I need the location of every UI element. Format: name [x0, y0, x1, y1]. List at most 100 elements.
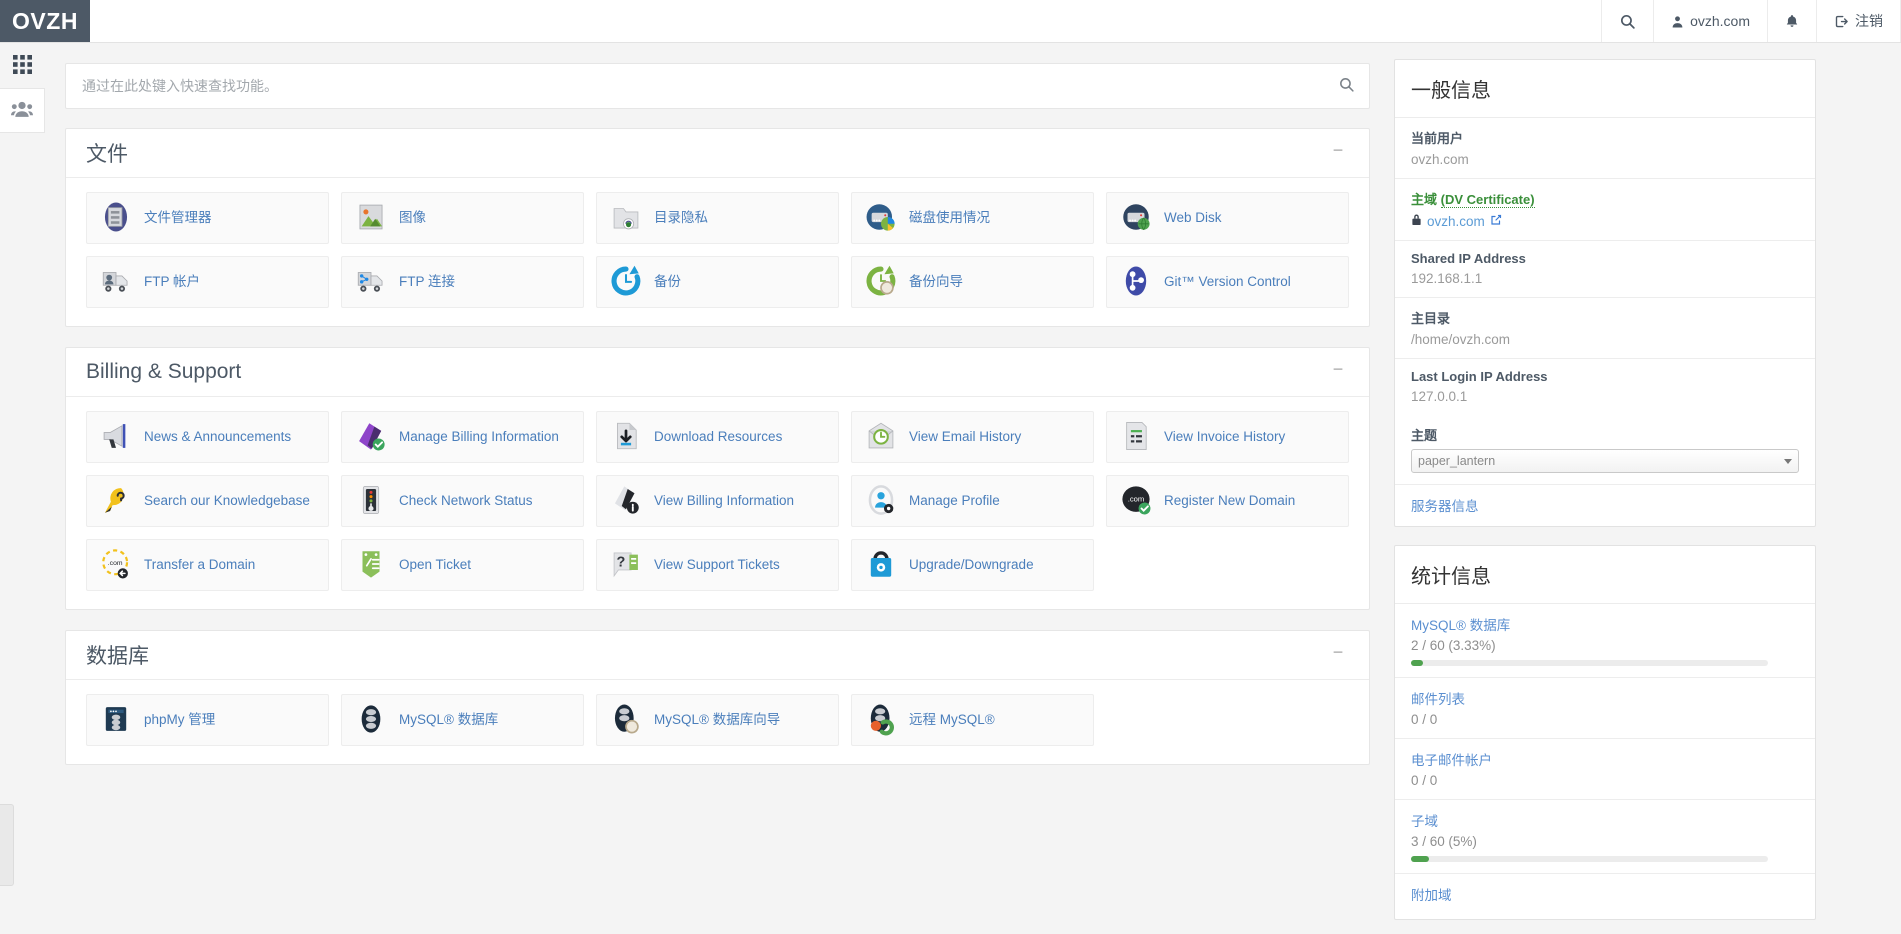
- feature-tile[interactable]: View Email History: [851, 411, 1094, 463]
- collapse-toggle-button[interactable]: −: [1327, 644, 1349, 666]
- sidebar-item-apps[interactable]: [0, 43, 45, 88]
- feature-tile[interactable]: FTP 帐户: [86, 256, 329, 308]
- megaphone-icon: [99, 419, 133, 456]
- statistics-panel: 统计信息 MySQL® 数据库2 / 60 (3.33%)邮件列表0 / 0电子…: [1394, 545, 1816, 920]
- feature-tile[interactable]: phpMy 管理: [86, 694, 329, 746]
- feature-tile[interactable]: Git™ Version Control: [1106, 256, 1349, 308]
- feature-tile[interactable]: .com Transfer a Domain: [86, 539, 329, 591]
- bell-icon: [1785, 13, 1799, 29]
- images-icon: [354, 200, 388, 237]
- feature-tile-label: Transfer a Domain: [144, 557, 255, 573]
- rail-collapse-handle[interactable]: [0, 804, 14, 886]
- user-icon: [1671, 14, 1684, 29]
- mysql-wizard-icon: [609, 702, 643, 739]
- feature-tile[interactable]: Download Resources: [596, 411, 839, 463]
- feature-tile[interactable]: Open Ticket: [341, 539, 584, 591]
- section-tile-grid: phpMy 管理MySQL® 数据库MySQL® 数据库向导远程 MySQL®: [66, 680, 1369, 764]
- notifications-button[interactable]: [1767, 0, 1816, 42]
- feature-tile-label: FTP 连接: [399, 274, 455, 290]
- statistic-percent: (3.33%): [1448, 638, 1495, 653]
- feature-tile[interactable]: MySQL® 数据库向导: [596, 694, 839, 746]
- support-tickets-icon: ?: [609, 547, 643, 584]
- svg-text:.com: .com: [1128, 494, 1145, 503]
- directory-privacy-icon: [609, 200, 643, 237]
- general-info-row: Shared IP Address192.168.1.1: [1395, 241, 1815, 298]
- sidebar-item-users[interactable]: [0, 88, 45, 133]
- feature-tile[interactable]: 文件管理器: [86, 192, 329, 244]
- feature-tile[interactable]: View Billing Information: [596, 475, 839, 527]
- feature-tile[interactable]: .comRegister New Domain: [1106, 475, 1349, 527]
- user-menu-button[interactable]: ovzh.com: [1653, 0, 1767, 42]
- feature-tile[interactable]: Upgrade/Downgrade: [851, 539, 1094, 591]
- general-info-row-value: 127.0.0.1: [1411, 389, 1799, 404]
- feature-tile[interactable]: 远程 MySQL®: [851, 694, 1094, 746]
- theme-select[interactable]: paper_lantern: [1411, 449, 1799, 473]
- statistic-percent: (5%): [1448, 834, 1477, 849]
- network-status-icon: [354, 483, 388, 520]
- feature-tile[interactable]: 图像: [341, 192, 584, 244]
- primary-domain-line[interactable]: ovzh.com: [1411, 213, 1799, 229]
- file-manager-icon: [99, 200, 133, 237]
- statistic-link[interactable]: MySQL® 数据库: [1411, 614, 1799, 634]
- profile-icon: [864, 483, 898, 520]
- general-info-row: Last Login IP Address127.0.0.1: [1395, 359, 1815, 415]
- theme-label: 主题: [1411, 425, 1799, 444]
- logout-button[interactable]: 注销: [1816, 0, 1901, 42]
- statistic-value: 0 / 0: [1411, 773, 1437, 788]
- general-info-row-label: 当前用户: [1411, 128, 1799, 147]
- email-history-icon: [864, 419, 898, 456]
- feature-tile[interactable]: Check Network Status: [341, 475, 584, 527]
- top-bar-spacer: [90, 0, 1601, 42]
- feature-tile-label: View Invoice History: [1164, 429, 1285, 445]
- statistic-link[interactable]: 电子邮件帐户: [1411, 749, 1799, 769]
- section-title: 数据库: [86, 640, 149, 670]
- section-header: 文件−: [66, 129, 1369, 178]
- top-bar: OVZH ovzh.com: [0, 0, 1901, 43]
- usage-progress-bar: [1411, 856, 1768, 862]
- statistic-link[interactable]: 子域: [1411, 810, 1799, 830]
- general-info-row: 主目录/home/ovzh.com: [1395, 298, 1815, 359]
- usage-progress-bar: [1411, 660, 1768, 666]
- feature-tile[interactable]: 磁盘使用情况: [851, 192, 1094, 244]
- feature-tile-label: 文件管理器: [144, 210, 212, 226]
- feature-tile[interactable]: 备份向导: [851, 256, 1094, 308]
- feature-tile[interactable]: FTP 连接: [341, 256, 584, 308]
- search-input[interactable]: [80, 77, 1338, 95]
- feature-tile[interactable]: MySQL® 数据库: [341, 694, 584, 746]
- general-info-row-label: 主域 (DV Certificate): [1411, 189, 1799, 208]
- svg-text:.com: .com: [108, 559, 123, 566]
- feature-tile[interactable]: Manage Billing Information: [341, 411, 584, 463]
- feature-tile[interactable]: 备份: [596, 256, 839, 308]
- collapse-toggle-button[interactable]: −: [1327, 142, 1349, 164]
- feature-tile[interactable]: 目录隐私: [596, 192, 839, 244]
- section-files: 文件− 文件管理器 图像目录隐私磁盘使用情况Web Disk FTP 帐户 FTP 连接…: [65, 128, 1370, 327]
- statistic-link[interactable]: 附加域: [1411, 884, 1799, 904]
- collapse-toggle-button[interactable]: −: [1327, 361, 1349, 383]
- feature-tile[interactable]: View Invoice History: [1106, 411, 1349, 463]
- search-icon[interactable]: [1338, 76, 1355, 96]
- statistic-row: 电子邮件帐户 0 / 0: [1395, 739, 1815, 800]
- ftp-connections-icon: [354, 264, 388, 301]
- feature-tile-label: Download Resources: [654, 429, 782, 445]
- section-title: Billing & Support: [86, 360, 241, 384]
- feature-tile[interactable]: ?View Support Tickets: [596, 539, 839, 591]
- external-link-icon[interactable]: [1490, 214, 1502, 229]
- billing-info-icon: [609, 483, 643, 520]
- user-name: ovzh.com: [1690, 13, 1750, 29]
- statistic-link[interactable]: 邮件列表: [1411, 688, 1799, 708]
- server-information-link[interactable]: 服务器信息: [1411, 499, 1479, 514]
- feature-tile[interactable]: Search our Knowledgebase: [86, 475, 329, 527]
- feature-tile-label: Manage Billing Information: [399, 429, 559, 445]
- download-icon: [609, 419, 643, 456]
- feature-tile-label: View Email History: [909, 429, 1021, 445]
- feature-tile[interactable]: Web Disk: [1106, 192, 1349, 244]
- feature-tile[interactable]: News & Announcements: [86, 411, 329, 463]
- quick-find-search[interactable]: [65, 63, 1370, 109]
- section-header: 数据库 −: [66, 631, 1369, 680]
- search-button[interactable]: [1601, 0, 1653, 42]
- dv-certificate-note: (DV Certificate): [1441, 192, 1535, 208]
- section-tile-grid: 文件管理器 图像目录隐私磁盘使用情况Web Disk FTP 帐户 FTP 连接 备份备…: [66, 178, 1369, 326]
- brand-logo[interactable]: OVZH: [0, 0, 90, 42]
- feature-tile[interactable]: Manage Profile: [851, 475, 1094, 527]
- section-billing-support: Billing & Support − News & Announcements Ma…: [65, 347, 1370, 610]
